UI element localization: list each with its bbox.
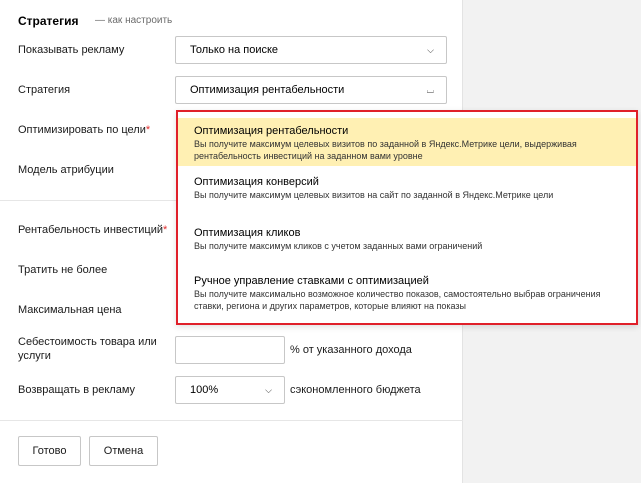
- chevron-down-icon: ⌵: [427, 45, 434, 55]
- cancel-button[interactable]: Отмена: [89, 436, 158, 466]
- option-title: Ручное управление ставками с оптимизацие…: [194, 275, 429, 287]
- return-label: Возвращать в рекламу: [18, 384, 135, 396]
- strategy-select[interactable]: Оптимизация рентабельности ⌴: [175, 76, 447, 104]
- strategy-option-clicks[interactable]: Оптимизация кликов Вы получите максимум …: [178, 220, 636, 268]
- chevron-down-icon: ⌵: [265, 385, 272, 395]
- return-value: 100%: [190, 384, 219, 396]
- strategy-option-roi[interactable]: Оптимизация рентабельности Вы получите м…: [178, 118, 636, 166]
- strategy-dropdown: Оптимизация рентабельности Вы получите м…: [176, 110, 638, 325]
- option-description: Вы получите максимум целевых визитов на …: [194, 190, 554, 200]
- option-description: Вы получите максимум целевых визитов по …: [194, 139, 577, 149]
- show-ads-label: Показывать рекламу: [18, 44, 125, 56]
- option-title: Оптимизация конверсий: [194, 176, 319, 188]
- option-description: ставки, региона и других параметров, кот…: [194, 301, 467, 311]
- show-ads-value: Только на поиске: [190, 44, 279, 56]
- strategy-value: Оптимизация рентабельности: [190, 84, 345, 96]
- roi-label: Рентабельность инвестиций*: [18, 224, 168, 236]
- chevron-up-icon: ⌴: [426, 85, 434, 95]
- cost-suffix: % от указанного дохода: [290, 344, 412, 356]
- option-description: рентабельность инвестиций на заданном ва…: [194, 151, 423, 161]
- cost-label: Себестоимость товара или услуги: [18, 336, 157, 362]
- how-to-configure-link[interactable]: — как настроить: [95, 14, 172, 28]
- optimize-goal-label: Оптимизировать по цели*: [18, 124, 151, 136]
- spend-limit-label: Тратить не более: [18, 264, 108, 276]
- option-description: Вы получите максимум кликов с учетом зад…: [194, 241, 483, 251]
- done-button[interactable]: Готово: [18, 436, 81, 466]
- option-title: Оптимизация кликов: [194, 227, 301, 239]
- strategy-label: Стратегия: [18, 84, 71, 96]
- show-ads-select[interactable]: Только на поиске ⌵: [175, 36, 447, 64]
- option-description: Вы получите максимально возможное количе…: [194, 289, 601, 299]
- option-title: Оптимизация рентабельности: [194, 125, 349, 137]
- cost-input[interactable]: [175, 336, 285, 364]
- strategy-option-manual[interactable]: Ручное управление ставками с оптимизацие…: [178, 268, 636, 318]
- max-price-label: Максимальная цена: [18, 304, 122, 316]
- required-mark: *: [163, 224, 168, 236]
- footer-divider: [0, 420, 463, 421]
- required-mark: *: [145, 124, 151, 136]
- return-select[interactable]: 100% ⌵: [175, 376, 285, 404]
- attribution-label: Модель атрибуции: [18, 164, 114, 176]
- strategy-option-conversions[interactable]: Оптимизация конверсий Вы получите максим…: [178, 169, 636, 217]
- section-title: Стратегия: [18, 14, 79, 28]
- return-suffix: сэкономленного бюджета: [290, 384, 421, 396]
